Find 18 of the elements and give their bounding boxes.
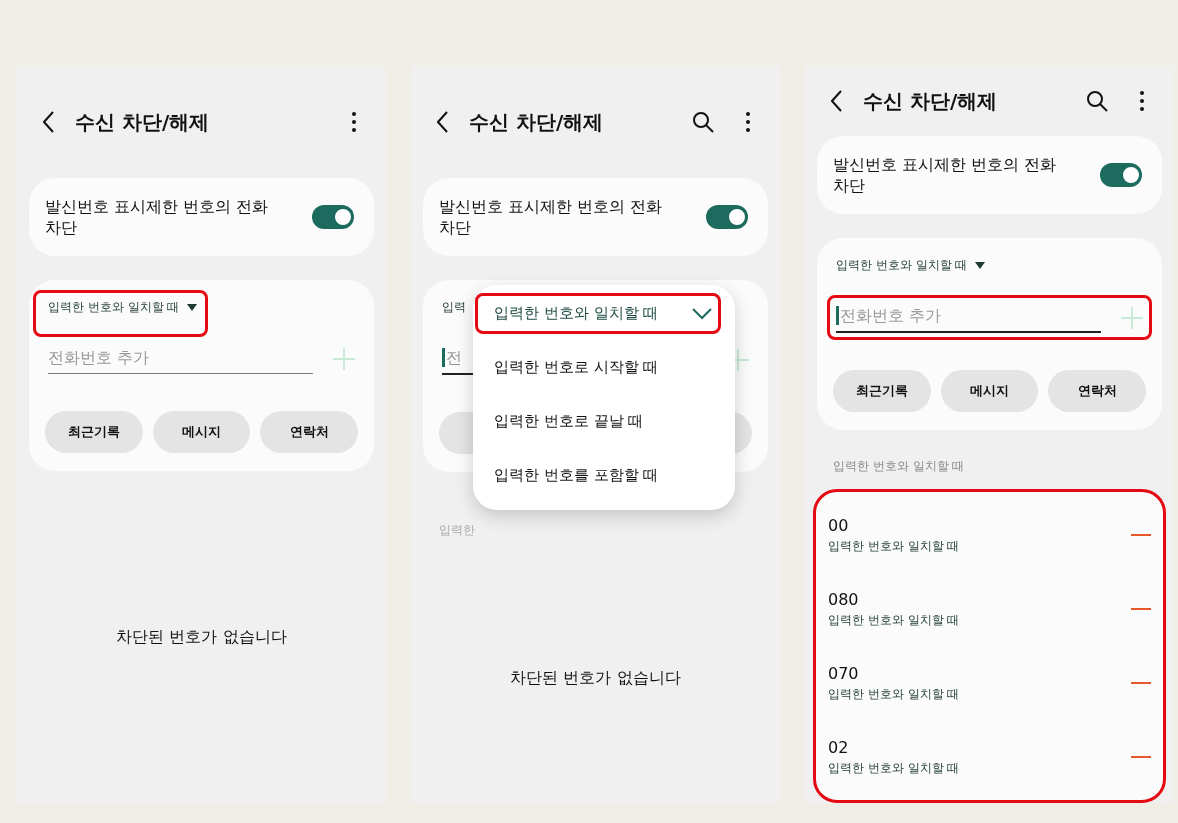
empty-message: 차단된 번호가 없습니다 xyxy=(116,626,287,648)
blocked-number: 080 xyxy=(828,589,860,609)
match-rule: 입력한 번호와 일치할 때 xyxy=(828,611,960,629)
setting-label: 발신번호 표시제한 번호의 전화 차단 xyxy=(833,154,1058,196)
screen-title: 수신 차단/해제 xyxy=(75,108,211,136)
screen-title: 수신 차단/해제 xyxy=(863,87,999,115)
setting-label: 발신번호 표시제한 번호의 전화 차단 xyxy=(45,196,270,238)
setting-label: 발신번호 표시제한 번호의 전화 차단 xyxy=(439,196,664,238)
match-rule: 입력한 번호와 일치할 때 xyxy=(828,537,960,555)
empty-message: 차단된 번호가 없습니다 xyxy=(510,667,681,689)
blocked-number: 02 xyxy=(828,737,850,757)
section-header: 입력한 xyxy=(439,523,475,537)
blocked-number: 070 xyxy=(828,663,860,683)
match-rule: 입력한 번호와 일치할 때 xyxy=(828,759,960,777)
blocked-number: 00 xyxy=(828,515,850,535)
match-rule: 입력한 번호와 일치할 때 xyxy=(828,685,960,703)
section-header: 입력한 번호와 일치할 때 xyxy=(833,459,965,473)
screen-title: 수신 차단/해제 xyxy=(469,108,605,136)
